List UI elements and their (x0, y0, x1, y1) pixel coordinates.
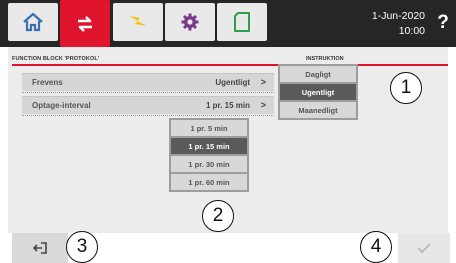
callout-3: 3 (66, 231, 98, 263)
tab-settings[interactable] (165, 3, 215, 41)
dotted-divider (22, 92, 274, 93)
dotted-divider (22, 115, 274, 116)
time-text: 10:00 (398, 25, 425, 37)
option-60-min[interactable]: 1 pr. 60 min (171, 174, 247, 190)
callout-1: 1 (390, 72, 422, 104)
back-button[interactable] (12, 233, 68, 263)
accent-divider (12, 64, 448, 66)
tab-storage[interactable] (217, 3, 267, 41)
setting-value: 1 pr. 15 min (205, 101, 250, 110)
setting-row-optage-interval[interactable]: Optage-interval 1 pr. 15 min > (22, 96, 274, 114)
instruktion-title: INSTRUKTION (306, 56, 344, 62)
setting-row-frevens[interactable]: Frevens Ugentligt > (22, 73, 274, 91)
checkmark-icon (417, 243, 431, 254)
setting-label: Frevens (32, 78, 63, 87)
chevron-right-icon: > (260, 77, 266, 87)
tab-transfer[interactable] (60, 0, 110, 47)
gear-icon (181, 13, 199, 31)
callout-2: 2 (202, 200, 234, 232)
option-5-min[interactable]: 1 pr. 5 min (171, 120, 247, 136)
confirm-button[interactable] (398, 233, 450, 263)
frequency-option-list: Dagligt Ugentligt Maanedligt (278, 64, 358, 120)
bolt-icon (129, 16, 147, 26)
option-ugentligt[interactable]: Ugentligt (280, 84, 356, 100)
setting-value: Ugentligt (215, 78, 250, 87)
section-title: FUNCTION BLOCK 'PROTOKOL' (12, 56, 100, 62)
exit-icon (33, 242, 47, 254)
tab-energy[interactable] (113, 3, 163, 41)
help-button[interactable]: ? (433, 10, 453, 36)
option-maanedligt[interactable]: Maanedligt (280, 102, 356, 118)
tab-home[interactable] (8, 3, 58, 41)
interval-option-list: 1 pr. 5 min 1 pr. 15 min 1 pr. 30 min 1 … (169, 118, 249, 192)
sd-card-icon (234, 12, 250, 32)
option-dagligt[interactable]: Dagligt (280, 66, 356, 82)
home-icon (23, 12, 43, 32)
date-text: 1-Jun-2020 (371, 10, 425, 22)
option-30-min[interactable]: 1 pr. 30 min (171, 156, 247, 172)
setting-label: Optage-interval (32, 101, 91, 110)
date-time: 1-Jun-2020 10:00 (345, 9, 425, 39)
callout-4: 4 (360, 231, 392, 263)
option-15-min[interactable]: 1 pr. 15 min (171, 138, 247, 154)
transfer-arrows-icon (78, 15, 92, 32)
chevron-right-icon: > (260, 100, 266, 110)
